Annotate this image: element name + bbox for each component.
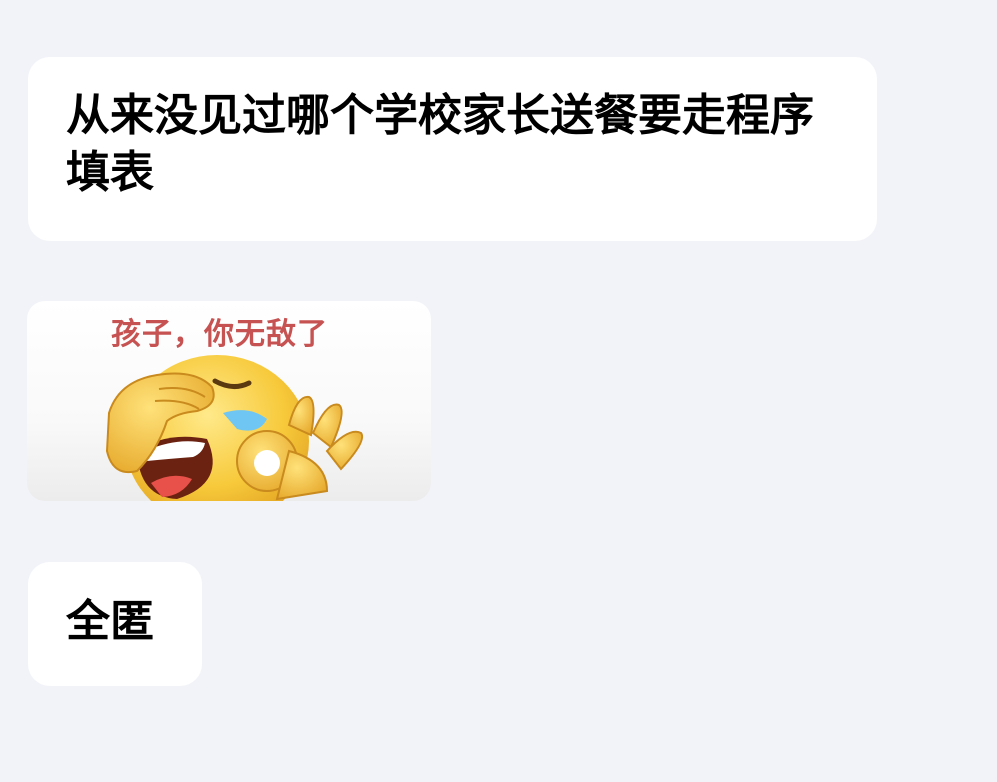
message-bubble[interactable]: 从来没见过哪个学校家长送餐要走程序填表 — [28, 57, 877, 241]
message-text: 全匿 — [66, 596, 154, 647]
message-bubble[interactable]: 全匿 — [28, 562, 202, 686]
facepalm-laughing-ok-icon — [105, 355, 363, 501]
sticker-message[interactable]: 孩子，你无敌了 — [27, 301, 431, 501]
message-text: 从来没见过哪个学校家长送餐要走程序填表 — [66, 90, 814, 198]
